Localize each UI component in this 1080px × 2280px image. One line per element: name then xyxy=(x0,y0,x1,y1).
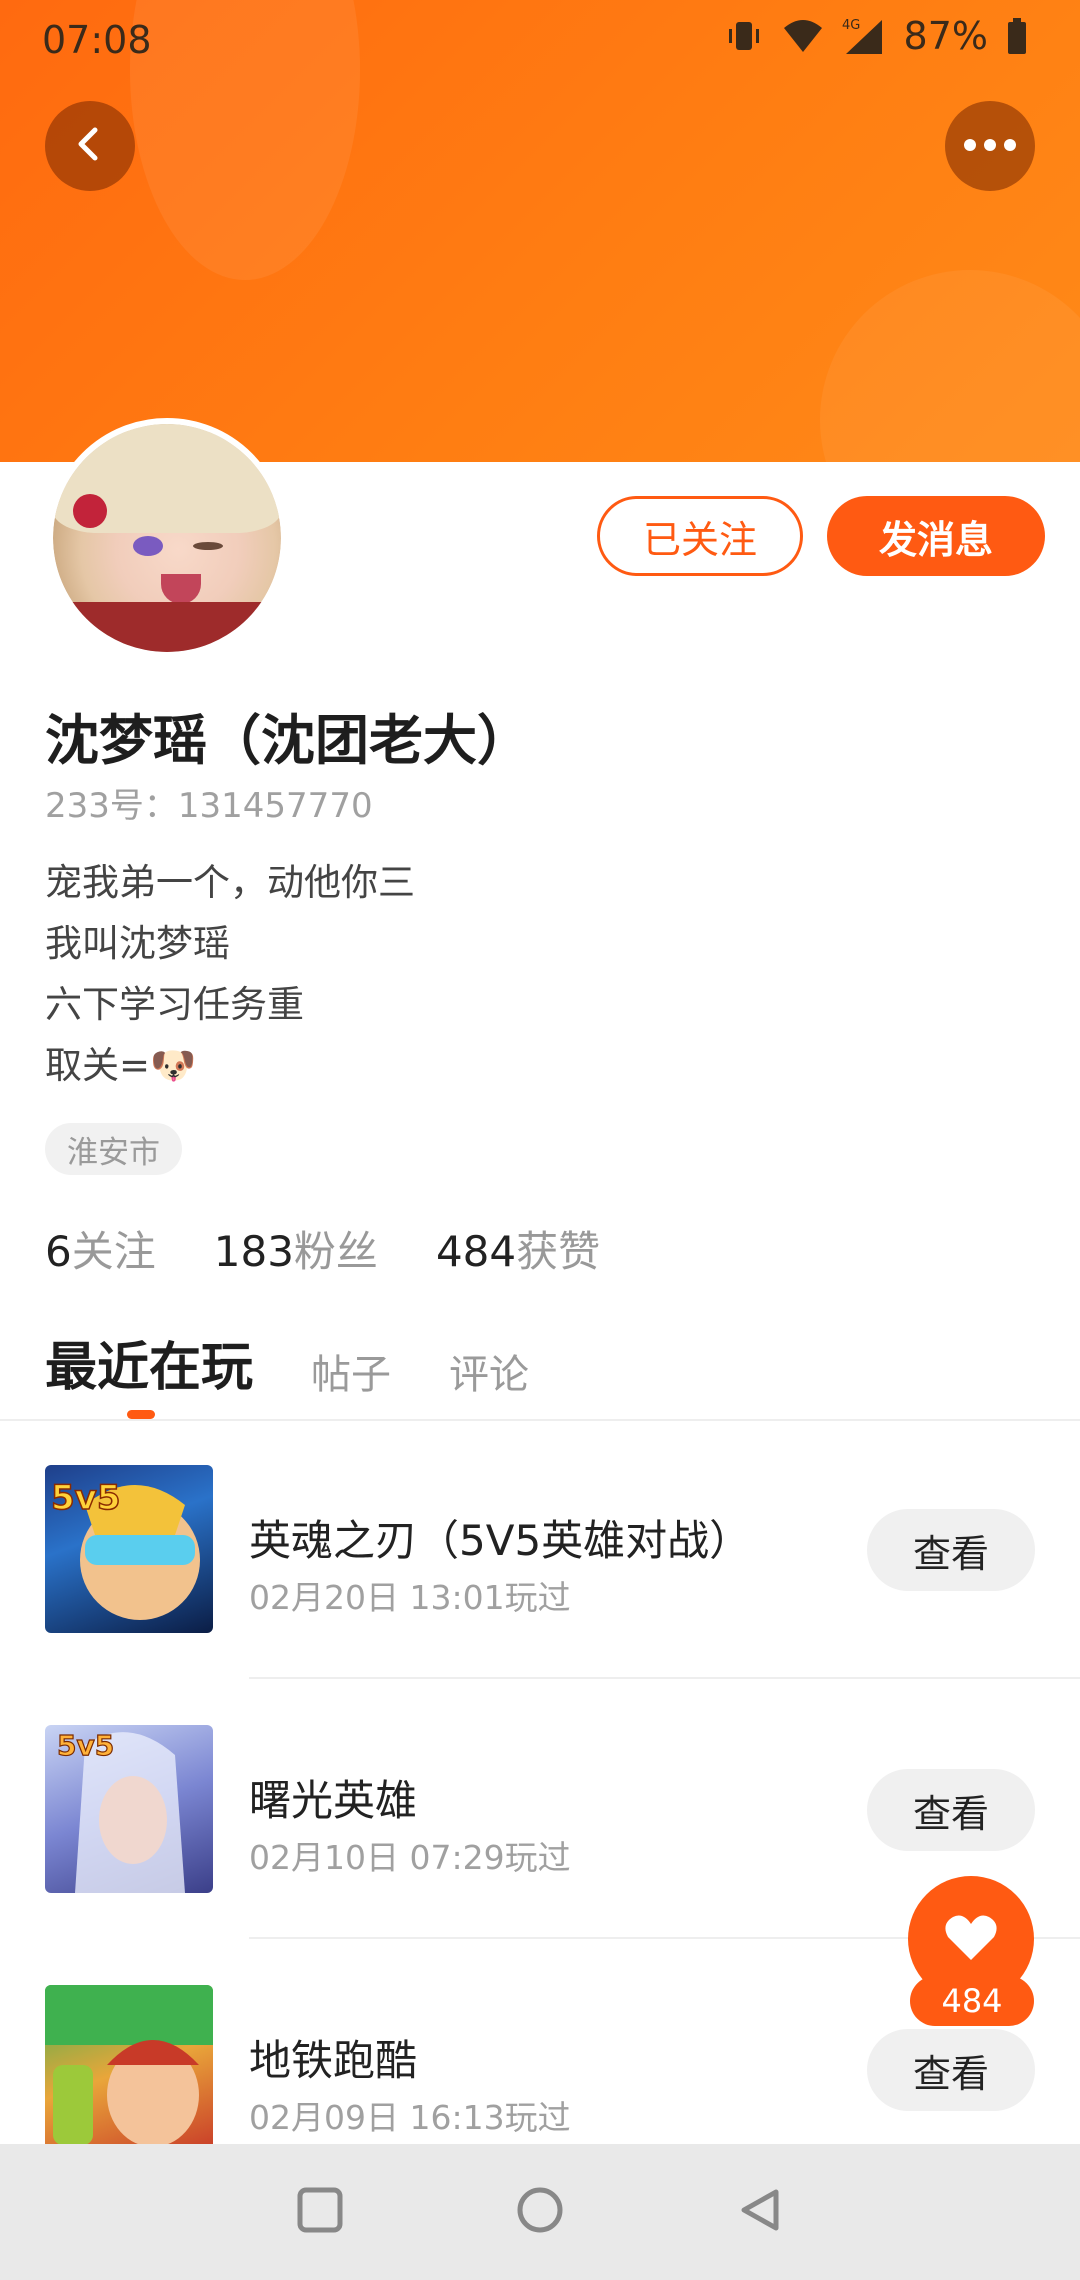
game-badge: 5v5 xyxy=(51,1478,120,1518)
view-button[interactable]: 查看 xyxy=(867,1509,1035,1591)
tab-indicator xyxy=(127,1410,155,1419)
game-icon: 5v5 xyxy=(45,1465,213,1633)
profile-name: 沈梦瑶（沈团老大） xyxy=(45,709,531,772)
game-played-time: 02月10日 07:29玩过 xyxy=(249,1838,571,1877)
game-icon: 5v5 xyxy=(45,1725,213,1893)
profile-tabs: 最近在玩 帖子 评论 xyxy=(45,1325,529,1400)
bio-line: 取关=🐶 xyxy=(45,1044,197,1087)
back-button[interactable] xyxy=(45,101,135,191)
bio-line: 我叫沈梦瑶 xyxy=(45,922,230,965)
battery-icon xyxy=(1006,16,1028,56)
profile-uid: 233号：131457770 xyxy=(45,786,373,826)
network-label: 4G xyxy=(842,18,860,33)
stat-following[interactable]: 6关注 xyxy=(45,1218,156,1279)
game-played-time: 02月20日 13:01玩过 xyxy=(249,1578,571,1617)
tab-comments[interactable]: 评论 xyxy=(449,1342,529,1400)
profile-bio: 宠我弟一个，动他你三 我叫沈梦瑶 六下学习任务重 取关=🐶 xyxy=(45,852,415,1096)
game-title: 曙光英雄 xyxy=(249,1776,418,1825)
avatar[interactable] xyxy=(47,418,287,658)
system-back-button[interactable] xyxy=(732,2184,788,2240)
bio-line: 六下学习任务重 xyxy=(45,983,304,1026)
tab-recently-played[interactable]: 最近在玩 xyxy=(45,1325,253,1400)
stat-number: 484 xyxy=(435,1227,517,1276)
status-time: 07:08 xyxy=(42,18,152,62)
stat-label: 获赞 xyxy=(516,1227,601,1276)
stat-number: 183 xyxy=(213,1227,294,1276)
game-title: 英魂之刃（5V5英雄对战） xyxy=(249,1516,752,1565)
game-icon xyxy=(45,1985,213,2153)
row-divider xyxy=(249,1677,1080,1679)
circle-home-icon xyxy=(515,2185,565,2239)
stat-fans[interactable]: 183粉丝 xyxy=(214,1218,378,1279)
more-button[interactable] xyxy=(945,101,1035,191)
tab-divider xyxy=(0,1419,1080,1421)
bio-line: 宠我弟一个，动他你三 xyxy=(45,861,415,904)
game-played-time: 02月09日 16:13玩过 xyxy=(249,2098,571,2137)
more-dots-icon xyxy=(962,137,1018,156)
list-item[interactable]: 5v5 英魂之刃（5V5英雄对战） 02月20日 13:01玩过 查看 xyxy=(0,1465,1080,1725)
wifi-icon xyxy=(782,18,824,54)
chevron-left-icon xyxy=(70,124,110,168)
stat-label: 粉丝 xyxy=(293,1227,378,1276)
game-title: 地铁跑酷 xyxy=(249,2036,418,2085)
location-tag: 淮安市 xyxy=(45,1123,182,1175)
system-nav-bar xyxy=(0,2144,1080,2280)
battery-percent: 87% xyxy=(903,14,988,58)
send-message-button[interactable]: 发消息 xyxy=(827,496,1045,576)
recents-button[interactable] xyxy=(292,2184,348,2240)
followed-button[interactable]: 已关注 xyxy=(597,496,803,576)
stat-label: 关注 xyxy=(71,1227,156,1276)
stat-likes[interactable]: 484获赞 xyxy=(436,1218,600,1279)
stat-number: 6 xyxy=(45,1227,72,1276)
view-button[interactable]: 查看 xyxy=(867,1769,1035,1851)
vibrate-icon xyxy=(724,16,764,56)
home-button[interactable] xyxy=(512,2184,568,2240)
like-count: 484 xyxy=(910,1976,1034,2026)
triangle-back-icon xyxy=(736,2186,784,2238)
signal-icon: 4G xyxy=(842,16,886,56)
tab-posts[interactable]: 帖子 xyxy=(311,1342,391,1400)
game-badge: 5v5 xyxy=(57,1729,114,1762)
heart-icon xyxy=(943,1912,999,1966)
profile-stats: 6关注 183粉丝 484获赞 xyxy=(45,1218,600,1279)
square-recents-icon xyxy=(296,2186,344,2238)
view-button[interactable]: 查看 xyxy=(867,2029,1035,2111)
status-bar: 07:08 4G 87% xyxy=(0,0,1080,80)
